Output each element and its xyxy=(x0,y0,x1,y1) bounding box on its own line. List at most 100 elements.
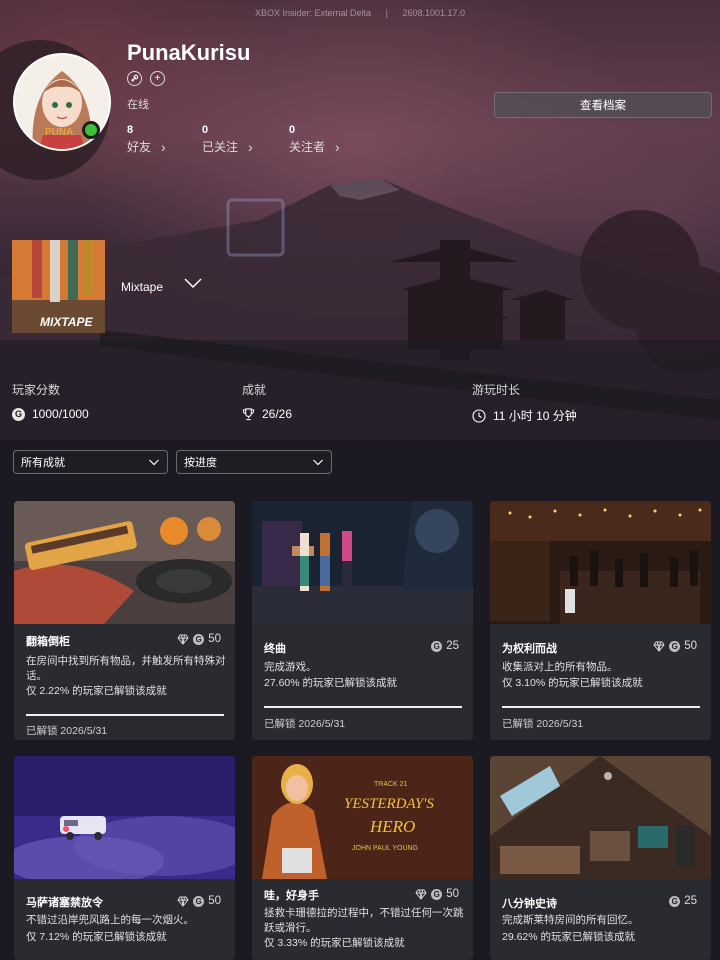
unlock-date: 已解锁 2026/5/31 xyxy=(26,725,108,737)
build-name: XBOX Insider: External Delta xyxy=(255,8,372,18)
achievement-card[interactable]: 马萨诸塞禁放令 G 50 不错过沿岸兜风路上的每一次烟火。 仅 7.12% 的玩… xyxy=(14,756,235,960)
progress-bar xyxy=(502,706,700,708)
chevron-down-icon xyxy=(149,459,159,466)
game-title[interactable]: Mixtape xyxy=(121,280,163,294)
following-stat[interactable]: 0 已关注 › xyxy=(202,124,253,155)
achievement-image: TRACK 21 YESTERDAY'S HERO JOHN PAUL YOUN… xyxy=(252,756,473,879)
progress-bar xyxy=(264,706,462,708)
achievements-summary: 成就 26/26 xyxy=(242,381,292,421)
achievement-card[interactable]: 八分钟史诗 G 25 完成斯莱特房间的所有回忆。 29.62% 的玩家已解锁该成… xyxy=(490,756,711,960)
game-cover-art[interactable]: MIXTAPE xyxy=(12,240,105,333)
online-status: 在线 xyxy=(127,99,149,111)
platform-icons: + xyxy=(127,71,165,86)
art-track-text: TRACK 21 xyxy=(374,781,408,788)
playtime-summary: 游玩时长 11 小时 10 分钟 xyxy=(472,381,577,424)
art-song-text: YESTERDAY'S xyxy=(344,796,434,812)
art-song2-text: HERO xyxy=(369,817,415,836)
steam-icon[interactable] xyxy=(127,71,142,86)
achievement-card[interactable]: 终曲 G 25 完成游戏。 27.60% 的玩家已解锁该成就 已解锁 2026/… xyxy=(252,501,473,740)
gamerscore-icon: G xyxy=(193,895,205,907)
achievement-image xyxy=(14,756,235,879)
followers-count: 0 xyxy=(289,124,296,136)
build-number: 2608.1001.17.0 xyxy=(402,8,465,18)
build-separator: | xyxy=(385,8,388,18)
gamerscore-value: 1000/1000 xyxy=(32,407,89,421)
achievement-description: 不错过沿岸兜风路上的每一次烟火。 xyxy=(26,914,194,926)
username: PunaKurisu xyxy=(127,40,251,65)
gamerscore-icon: G xyxy=(431,888,443,900)
clock-icon xyxy=(472,408,486,423)
following-count: 0 xyxy=(202,124,209,136)
gamerscore-icon: G xyxy=(193,633,205,645)
friends-stat[interactable]: 8 好友 › xyxy=(127,124,166,155)
chevron-down-icon xyxy=(313,459,323,466)
achievement-card[interactable]: 翻箱倒柜 G 50 在房间中找到所有物品，并触发所有特殊对话。 仅 2.22% … xyxy=(14,501,235,740)
diamond-icon xyxy=(653,641,665,652)
sort-dropdown[interactable]: 按进度 xyxy=(176,450,332,474)
achievement-title: 哇，好身手 xyxy=(264,890,319,902)
achievement-title: 八分钟史诗 xyxy=(502,898,557,910)
view-profile-button[interactable]: 查看档案 xyxy=(494,92,712,118)
achievement-score: 50 xyxy=(446,888,459,900)
achievement-description: 收集派对上的所有物品。 xyxy=(502,661,618,673)
chevron-right-icon: › xyxy=(335,138,340,155)
gamerscore-icon: G xyxy=(669,640,681,652)
diamond-icon xyxy=(177,896,189,907)
art-artist-text: JOHN PAUL YOUNG xyxy=(352,845,418,852)
friends-label: 好友 xyxy=(127,140,152,154)
build-info-bar: XBOX Insider: External Delta | 2608.1001… xyxy=(0,8,720,18)
achievement-score: 50 xyxy=(684,640,697,652)
avatar-badge-text: PUNA xyxy=(45,127,73,138)
achievement-title: 翻箱倒柜 xyxy=(26,636,70,648)
online-dot-icon xyxy=(85,124,97,136)
achievement-card[interactable]: 为权利而战 G 50 收集派对上的所有物品。 仅 3.10% 的玩家已解锁该成就… xyxy=(490,501,711,740)
achievement-image xyxy=(490,501,711,624)
gamerscore-label: 玩家分数 xyxy=(12,383,61,397)
achievement-filter-dropdown[interactable]: 所有成就 xyxy=(13,450,168,474)
achievements-value: 26/26 xyxy=(262,407,293,421)
presence-indicator xyxy=(82,121,100,139)
achievements-label: 成就 xyxy=(242,383,267,397)
achievement-rarity: 仅 2.22% 的玩家已解锁该成就 xyxy=(26,685,167,697)
achievement-description: 拯救卡珊德拉的过程中，不错过任何一次跳跃或滑行。 xyxy=(264,907,464,934)
gamerscore-summary: 玩家分数 G 1000/1000 xyxy=(12,381,89,421)
achievement-title: 为权利而战 xyxy=(502,643,557,655)
achievement-image xyxy=(14,501,235,624)
chevron-right-icon: › xyxy=(248,138,253,155)
profile-hero-background xyxy=(0,0,720,440)
trophy-icon xyxy=(242,407,255,420)
achievement-description: 完成斯莱特房间的所有回忆。 xyxy=(502,914,639,926)
achievement-score: 25 xyxy=(684,895,697,907)
gamerscore-icon: G xyxy=(431,640,443,652)
playtime-value: 11 小时 10 分钟 xyxy=(493,409,577,423)
achievement-rarity: 仅 7.12% 的玩家已解锁该成就 xyxy=(26,931,167,943)
achievement-card[interactable]: TRACK 21 YESTERDAY'S HERO JOHN PAUL YOUN… xyxy=(252,756,473,960)
diamond-icon xyxy=(415,889,427,900)
achievement-description: 在房间中找到所有物品，并触发所有特殊对话。 xyxy=(26,655,226,682)
filter-selected: 所有成就 xyxy=(21,457,65,469)
gamerscore-icon: G xyxy=(12,407,25,421)
achievement-description: 完成游戏。 xyxy=(264,661,317,673)
achievement-rarity: 29.62% 的玩家已解锁该成就 xyxy=(502,931,636,943)
achievement-image xyxy=(252,501,473,624)
followers-stat[interactable]: 0 关注者 › xyxy=(289,124,340,155)
progress-bar xyxy=(26,714,224,716)
unlock-date: 已解锁 2026/5/31 xyxy=(502,718,584,730)
achievement-rarity: 仅 3.10% 的玩家已解锁该成就 xyxy=(502,677,643,689)
achievement-score: 25 xyxy=(446,640,459,652)
achievement-title: 马萨诸塞禁放令 xyxy=(26,897,103,909)
chevron-down-icon[interactable] xyxy=(183,276,203,295)
chevron-right-icon: › xyxy=(161,138,166,155)
sort-selected: 按进度 xyxy=(184,457,217,469)
friends-count: 8 xyxy=(127,124,134,136)
gamerscore-icon: G xyxy=(669,895,681,907)
achievement-image xyxy=(490,756,711,879)
add-icon[interactable]: + xyxy=(150,71,165,86)
playtime-label: 游玩时长 xyxy=(472,383,521,397)
achievement-score: 50 xyxy=(208,633,221,645)
achievement-score: 50 xyxy=(208,895,221,907)
diamond-icon xyxy=(177,634,189,645)
following-label: 已关注 xyxy=(202,140,239,154)
unlock-date: 已解锁 2026/5/31 xyxy=(264,718,346,730)
followers-label: 关注者 xyxy=(289,140,326,154)
